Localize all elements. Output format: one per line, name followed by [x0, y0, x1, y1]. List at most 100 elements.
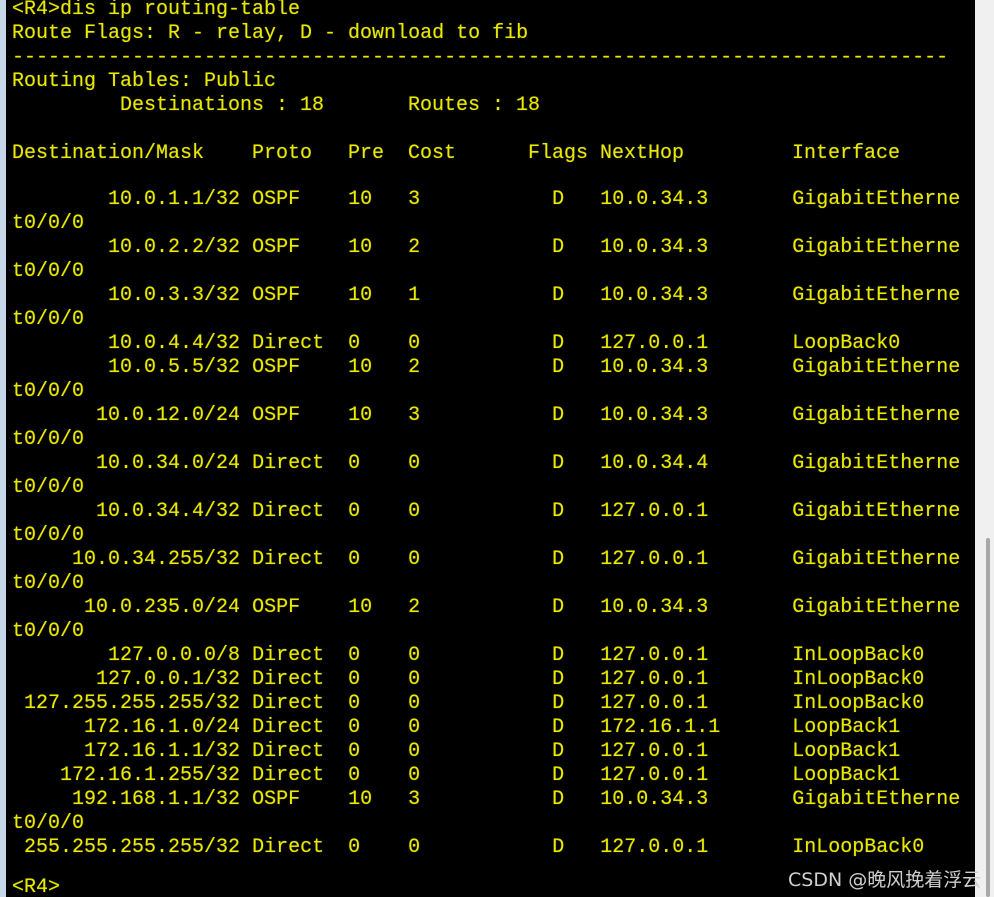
route-proto: OSPF — [252, 404, 301, 427]
route-destination: 10.0.4.4/32 — [108, 332, 241, 355]
route-interface: InLoopBack0 — [792, 692, 925, 715]
route-pre: 0 — [348, 716, 361, 739]
route-flags: D — [552, 236, 565, 259]
route-cost: 3 — [408, 188, 421, 211]
route-row: 10.0.2.2/32 OSPF 10 2 D 10.0.34.3 Gigabi… — [12, 236, 972, 284]
route-row: 10.0.5.5/32 OSPF 10 2 D 10.0.34.3 Gigabi… — [12, 356, 972, 404]
route-flags: D — [552, 332, 565, 355]
route-destination: 255.255.255.255/32 — [24, 836, 241, 859]
route-row: 172.16.1.0/24 Direct 0 0 D 172.16.1.1 Lo… — [12, 716, 972, 740]
route-row: 10.0.3.3/32 OSPF 10 1 D 10.0.34.3 Gigabi… — [12, 284, 972, 332]
route-flags: D — [552, 596, 565, 619]
route-pre: 0 — [348, 548, 361, 571]
route-flags: D — [552, 404, 565, 427]
scrollbar-thumb[interactable] — [986, 538, 990, 897]
route-interface: LoopBack1 — [792, 740, 901, 763]
route-row: 192.168.1.1/32 OSPF 10 3 D 10.0.34.3 Gig… — [12, 788, 972, 836]
route-flags: D — [552, 452, 565, 475]
route-nexthop: 127.0.0.1 — [600, 332, 709, 355]
route-destination: 172.16.1.255/32 — [60, 764, 241, 787]
route-nexthop: 127.0.0.1 — [600, 500, 709, 523]
route-flags: D — [552, 788, 565, 811]
route-proto: Direct — [252, 500, 325, 523]
route-nexthop: 10.0.34.3 — [600, 284, 709, 307]
header-destination: Destination/Mask — [12, 142, 205, 165]
route-cost: 0 — [408, 644, 421, 667]
route-nexthop: 10.0.34.3 — [600, 404, 709, 427]
route-pre: 0 — [348, 500, 361, 523]
route-proto: Direct — [252, 548, 325, 571]
route-row: 172.16.1.255/32 Direct 0 0 D 127.0.0.1 L… — [12, 764, 972, 788]
routes-count: Routes : 18 — [408, 94, 541, 117]
routing-table-rows: 10.0.1.1/32 OSPF 10 3 D 10.0.34.3 Gigabi… — [12, 188, 972, 897]
route-cost: 1 — [408, 284, 421, 307]
route-row: 10.0.34.0/24 Direct 0 0 D 10.0.34.4 Giga… — [12, 452, 972, 500]
route-flags: D — [552, 740, 565, 763]
watermark: CSDN @晚风挽着浮云 — [788, 869, 982, 891]
route-row: 10.0.34.4/32 Direct 0 0 D 127.0.0.1 Giga… — [12, 500, 972, 548]
route-destination: 10.0.235.0/24 — [84, 596, 241, 619]
route-flags: D — [552, 356, 565, 379]
route-interface: InLoopBack0 — [792, 668, 925, 691]
route-pre: 0 — [348, 644, 361, 667]
terminal-window[interactable]: <R4>dis ip routing-table Route Flags: R … — [6, 0, 975, 897]
command-line: <R4>dis ip routing-table — [12, 0, 301, 21]
route-proto: Direct — [252, 836, 325, 859]
route-interface: LoopBack1 — [792, 764, 901, 787]
route-proto: OSPF — [252, 356, 301, 379]
route-cost: 3 — [408, 404, 421, 427]
route-proto: Direct — [252, 716, 325, 739]
route-nexthop: 127.0.0.1 — [600, 836, 709, 859]
route-nexthop: 127.0.0.1 — [600, 548, 709, 571]
route-pre: 10 — [348, 356, 373, 379]
route-row: 10.0.235.0/24 OSPF 10 2 D 10.0.34.3 Giga… — [12, 596, 972, 644]
route-proto: OSPF — [252, 788, 301, 811]
route-nexthop: 172.16.1.1 — [600, 716, 721, 739]
route-proto: OSPF — [252, 284, 301, 307]
destinations-count: Destinations : 18 — [120, 94, 325, 117]
route-flags: D — [552, 188, 565, 211]
route-cost: 0 — [408, 332, 421, 355]
route-destination: 10.0.34.0/24 — [96, 452, 241, 475]
route-nexthop: 127.0.0.1 — [600, 740, 709, 763]
route-nexthop: 10.0.34.3 — [600, 596, 709, 619]
route-cost: 0 — [408, 452, 421, 475]
route-cost: 0 — [408, 716, 421, 739]
route-nexthop: 10.0.34.3 — [600, 788, 709, 811]
route-proto: Direct — [252, 644, 325, 667]
route-proto: Direct — [252, 740, 325, 763]
route-flags: D — [552, 716, 565, 739]
flags-legend: Route Flags: R - relay, D - download to … — [12, 22, 529, 45]
route-pre: 10 — [348, 404, 373, 427]
header-cost: Cost — [408, 142, 457, 165]
route-cost: 3 — [408, 788, 421, 811]
route-pre: 0 — [348, 668, 361, 691]
route-destination: 10.0.34.255/32 — [72, 548, 241, 571]
route-interface: LoopBack0 — [792, 332, 901, 355]
table-name: Routing Tables: Public — [12, 70, 277, 93]
route-pre: 0 — [348, 740, 361, 763]
route-destination: 192.168.1.1/32 — [72, 788, 241, 811]
route-flags: D — [552, 500, 565, 523]
route-nexthop: 10.0.34.3 — [600, 188, 709, 211]
table-header: Destination/Mask Proto Pre Cost Flags Ne… — [12, 142, 972, 166]
route-pre: 10 — [348, 788, 373, 811]
route-interface: InLoopBack0 — [792, 644, 925, 667]
route-flags: D — [552, 668, 565, 691]
route-destination: 10.0.34.4/32 — [96, 500, 241, 523]
vertical-scrollbar[interactable] — [975, 0, 994, 897]
route-proto: OSPF — [252, 236, 301, 259]
route-proto: Direct — [252, 764, 325, 787]
route-proto: OSPF — [252, 596, 301, 619]
route-destination: 127.0.0.0/8 — [108, 644, 241, 667]
route-cost: 2 — [408, 236, 421, 259]
route-flags: D — [552, 692, 565, 715]
route-flags: D — [552, 764, 565, 787]
route-cost: 0 — [408, 668, 421, 691]
route-nexthop: 127.0.0.1 — [600, 692, 709, 715]
route-row: 10.0.12.0/24 OSPF 10 3 D 10.0.34.3 Gigab… — [12, 404, 972, 452]
route-pre: 10 — [348, 188, 373, 211]
route-row: 10.0.34.255/32 Direct 0 0 D 127.0.0.1 Gi… — [12, 548, 972, 596]
route-row: 127.0.0.0/8 Direct 0 0 D 127.0.0.1 InLoo… — [12, 644, 972, 668]
header-flags: Flags — [528, 142, 589, 165]
